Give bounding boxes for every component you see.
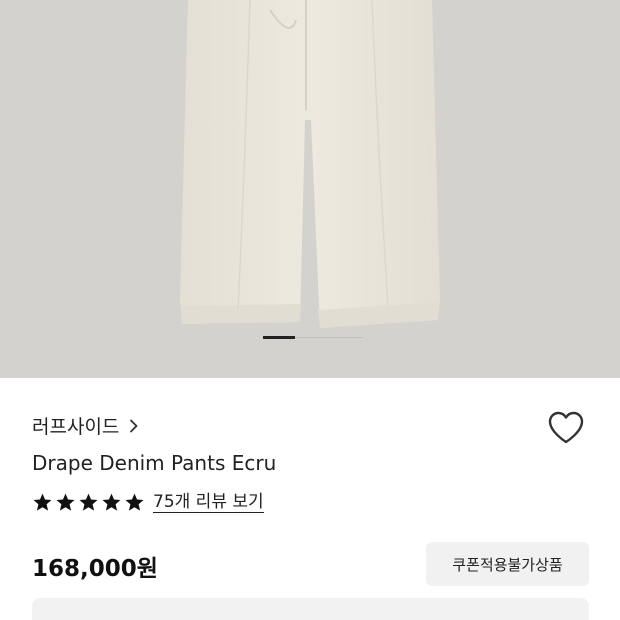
product-image-gallery[interactable]	[0, 0, 620, 378]
star-filled-icon	[56, 493, 75, 511]
star-filled-icon	[79, 493, 98, 511]
rating-row: 75개 리뷰 보기	[32, 492, 264, 513]
brand-link[interactable]: 러프사이드	[32, 412, 139, 439]
coupon-badge-label: 쿠폰적용불가상품	[452, 555, 563, 574]
product-image	[180, 0, 440, 328]
star-filled-icon	[33, 493, 52, 511]
product-price: 168,000원	[32, 556, 158, 582]
wishlist-button[interactable]	[546, 408, 586, 448]
chevron-right-icon	[130, 419, 138, 432]
brand-name: 러프사이드	[32, 416, 120, 438]
star-filled-icon	[102, 493, 121, 511]
rating-stars	[32, 492, 145, 513]
coupon-status-badge: 쿠폰적용불가상품	[426, 542, 589, 586]
gallery-page-indicator	[263, 336, 363, 339]
review-link[interactable]: 75개 리뷰 보기	[153, 492, 264, 513]
heart-outline-icon	[548, 411, 584, 444]
option-section[interactable]	[32, 598, 589, 620]
product-title: Drape Denim Pants Ecru	[32, 451, 277, 475]
gallery-indicator-track	[295, 337, 363, 338]
gallery-indicator-active	[263, 336, 295, 339]
star-filled-icon	[125, 493, 144, 511]
